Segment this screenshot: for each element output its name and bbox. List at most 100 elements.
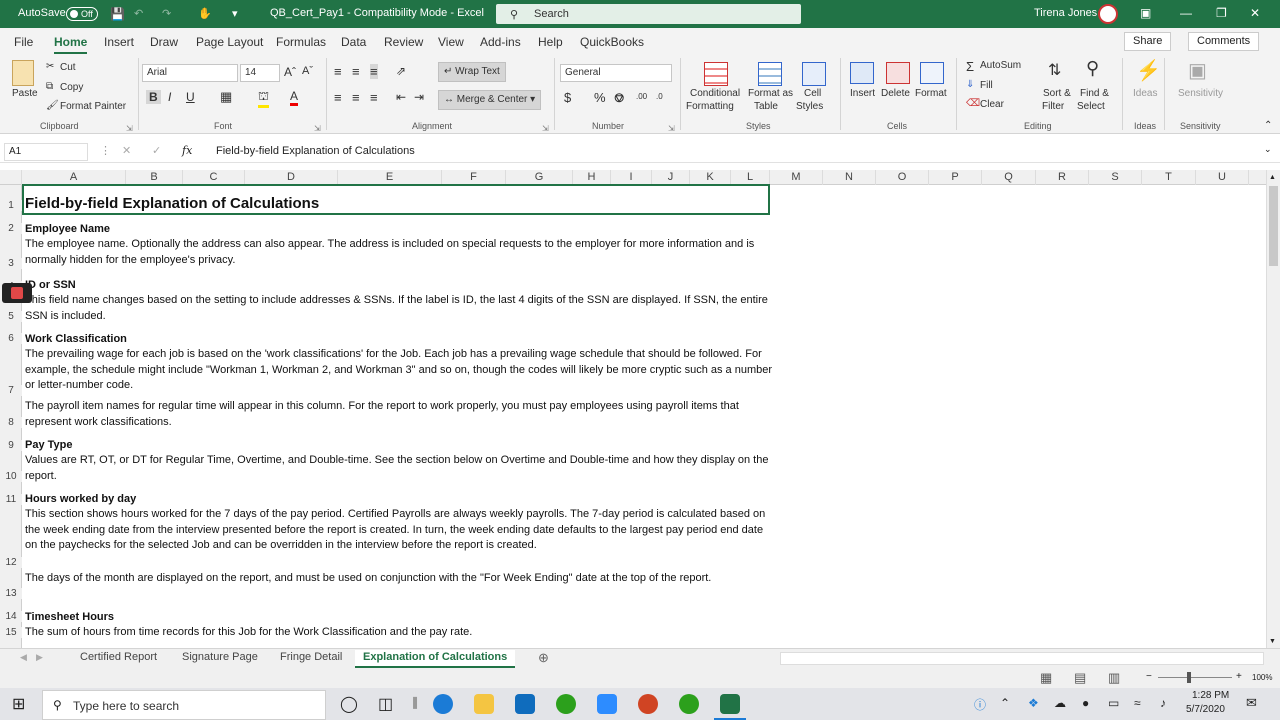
- autosum-button[interactable]: AutoSum: [980, 60, 1021, 71]
- tab-formulas[interactable]: Formulas: [276, 35, 326, 49]
- redo-icon[interactable]: ↷: [162, 7, 171, 20]
- align-middle-icon[interactable]: ≡: [352, 64, 360, 79]
- sensitivity-button[interactable]: Sensitivity: [1178, 88, 1223, 99]
- cell-a10[interactable]: Values are RT, OT, or DT for Regular Tim…: [25, 453, 775, 484]
- row-header[interactable]: 7: [0, 385, 22, 396]
- insert-cells-label[interactable]: Insert: [850, 88, 875, 99]
- cell-a11[interactable]: Hours worked by day: [25, 492, 775, 508]
- fill-icon[interactable]: ⇓: [966, 79, 974, 90]
- insert-function-button[interactable]: fx: [182, 144, 192, 157]
- wrap-text-button[interactable]: ↵ Wrap Text: [438, 62, 506, 82]
- clipboard-launcher-icon[interactable]: ⇲: [126, 124, 133, 133]
- filter-label[interactable]: Filter: [1042, 101, 1064, 112]
- cell-label[interactable]: Cell: [804, 88, 821, 99]
- tab-home[interactable]: Home: [54, 35, 88, 54]
- align-left-icon[interactable]: ≡: [334, 90, 342, 105]
- column-header[interactable]: E: [338, 170, 442, 185]
- format-cells-icon[interactable]: [920, 62, 944, 84]
- dropbox-icon[interactable]: ❖: [1028, 696, 1039, 710]
- pinned-app-icon[interactable]: ❚: [410, 695, 420, 709]
- autosum-icon[interactable]: Σ: [966, 59, 974, 74]
- ideas-icon[interactable]: ⚡: [1136, 58, 1161, 83]
- alignment-launcher-icon[interactable]: ⇲: [542, 124, 549, 133]
- row-header[interactable]: 13: [0, 588, 22, 599]
- find-select-icon[interactable]: ⚲: [1086, 58, 1099, 79]
- cell-a9[interactable]: Pay Type: [25, 438, 775, 454]
- excel-icon[interactable]: [720, 694, 740, 714]
- copy-icon[interactable]: ⧉: [46, 81, 53, 92]
- currency-icon[interactable]: $: [564, 90, 571, 105]
- cell-a6[interactable]: Work Classification: [25, 332, 775, 348]
- select-label[interactable]: Select: [1077, 101, 1105, 112]
- underline-icon[interactable]: U: [186, 90, 195, 104]
- tab-add-ins[interactable]: Add-ins: [480, 35, 521, 49]
- font-launcher-icon[interactable]: ⇲: [314, 124, 321, 133]
- tab-review[interactable]: Review: [384, 35, 423, 49]
- file-explorer-icon[interactable]: [474, 694, 494, 714]
- row-header[interactable]: 12: [0, 557, 22, 568]
- format-painter-icon[interactable]: 🖌: [46, 100, 59, 111]
- quickbooks-2-icon[interactable]: [679, 694, 699, 714]
- maximize-icon[interactable]: ❐: [1216, 6, 1227, 20]
- column-header[interactable]: C: [183, 170, 245, 185]
- table-label[interactable]: Table: [754, 101, 778, 112]
- cell-a13[interactable]: The days of the month are displayed on t…: [25, 571, 775, 587]
- column-header[interactable]: M: [770, 170, 823, 185]
- customize-qat-icon[interactable]: ▾: [232, 7, 238, 20]
- column-header[interactable]: H: [573, 170, 611, 185]
- align-right-icon[interactable]: ≡: [370, 90, 378, 105]
- show-hidden-icon[interactable]: ⌃: [1000, 696, 1010, 710]
- conditional-label[interactable]: Conditional: [690, 88, 740, 99]
- scroll-down-icon[interactable]: ▼: [1269, 638, 1276, 645]
- column-header[interactable]: F: [442, 170, 506, 185]
- cell-a12[interactable]: This section shows hours worked for the …: [25, 507, 775, 554]
- row-header[interactable]: 6: [0, 333, 22, 344]
- zoom-in-icon[interactable]: +: [1236, 671, 1242, 682]
- column-header[interactable]: S: [1089, 170, 1142, 185]
- comments-button[interactable]: Comments: [1188, 32, 1260, 51]
- select-all-corner[interactable]: [0, 170, 22, 185]
- insert-cells-icon[interactable]: [850, 62, 874, 84]
- italic-icon[interactable]: I: [168, 90, 171, 104]
- clock-time[interactable]: 1:28 PM: [1192, 690, 1229, 701]
- zoom-slider[interactable]: [1158, 677, 1232, 678]
- zoom-app-icon[interactable]: [597, 694, 617, 714]
- row-header[interactable]: 3: [0, 258, 22, 269]
- row-header[interactable]: 1: [0, 200, 22, 211]
- minimize-icon[interactable]: —: [1180, 6, 1192, 20]
- cell-a14[interactable]: Timesheet Hours: [25, 610, 775, 626]
- align-top-icon[interactable]: ≡: [334, 64, 342, 79]
- microphone-icon[interactable]: ●: [1082, 696, 1089, 710]
- enter-icon[interactable]: ✓: [152, 144, 161, 157]
- paste-label[interactable]: Paste: [12, 88, 38, 99]
- decrease-decimal-icon[interactable]: .0: [656, 92, 663, 101]
- delete-cells-label[interactable]: Delete: [881, 88, 910, 99]
- volume-icon[interactable]: ♪: [1160, 696, 1166, 710]
- outlook-icon[interactable]: [515, 694, 535, 714]
- next-sheet-icon[interactable]: ▶: [36, 652, 43, 663]
- align-center-icon[interactable]: ≡: [352, 90, 360, 105]
- ideas-button[interactable]: Ideas: [1133, 88, 1157, 99]
- column-header[interactable]: P: [929, 170, 982, 185]
- column-header[interactable]: T: [1142, 170, 1196, 185]
- column-header[interactable]: L: [731, 170, 770, 185]
- user-name[interactable]: Tirena Jones: [1034, 7, 1097, 19]
- column-header[interactable]: N: [823, 170, 876, 185]
- row-header[interactable]: 9: [0, 440, 22, 451]
- paste-icon[interactable]: [12, 60, 34, 86]
- format-cells-label[interactable]: Format: [915, 88, 947, 99]
- battery-icon[interactable]: ▭: [1108, 696, 1119, 710]
- format-as-table-icon[interactable]: [758, 62, 782, 86]
- cell-a4[interactable]: ID or SSN: [25, 278, 775, 294]
- fill-color-icon[interactable]: ⛫: [258, 89, 270, 108]
- column-header[interactable]: D: [245, 170, 338, 185]
- cell-a3[interactable]: The employee name. Optionally the addres…: [25, 237, 775, 268]
- cell-a7[interactable]: The prevailing wage for each job is base…: [25, 347, 775, 394]
- row-header[interactable]: 2: [0, 223, 22, 234]
- tab-data[interactable]: Data: [341, 35, 366, 49]
- cell-a1[interactable]: Field-by-field Explanation of Calculatio…: [25, 195, 319, 212]
- clock-date[interactable]: 5/7/2020: [1186, 704, 1225, 715]
- undo-icon[interactable]: ↶: [134, 7, 143, 20]
- collapse-ribbon-icon[interactable]: ⌃: [1264, 120, 1272, 131]
- notifications-icon[interactable]: ✉: [1246, 695, 1257, 711]
